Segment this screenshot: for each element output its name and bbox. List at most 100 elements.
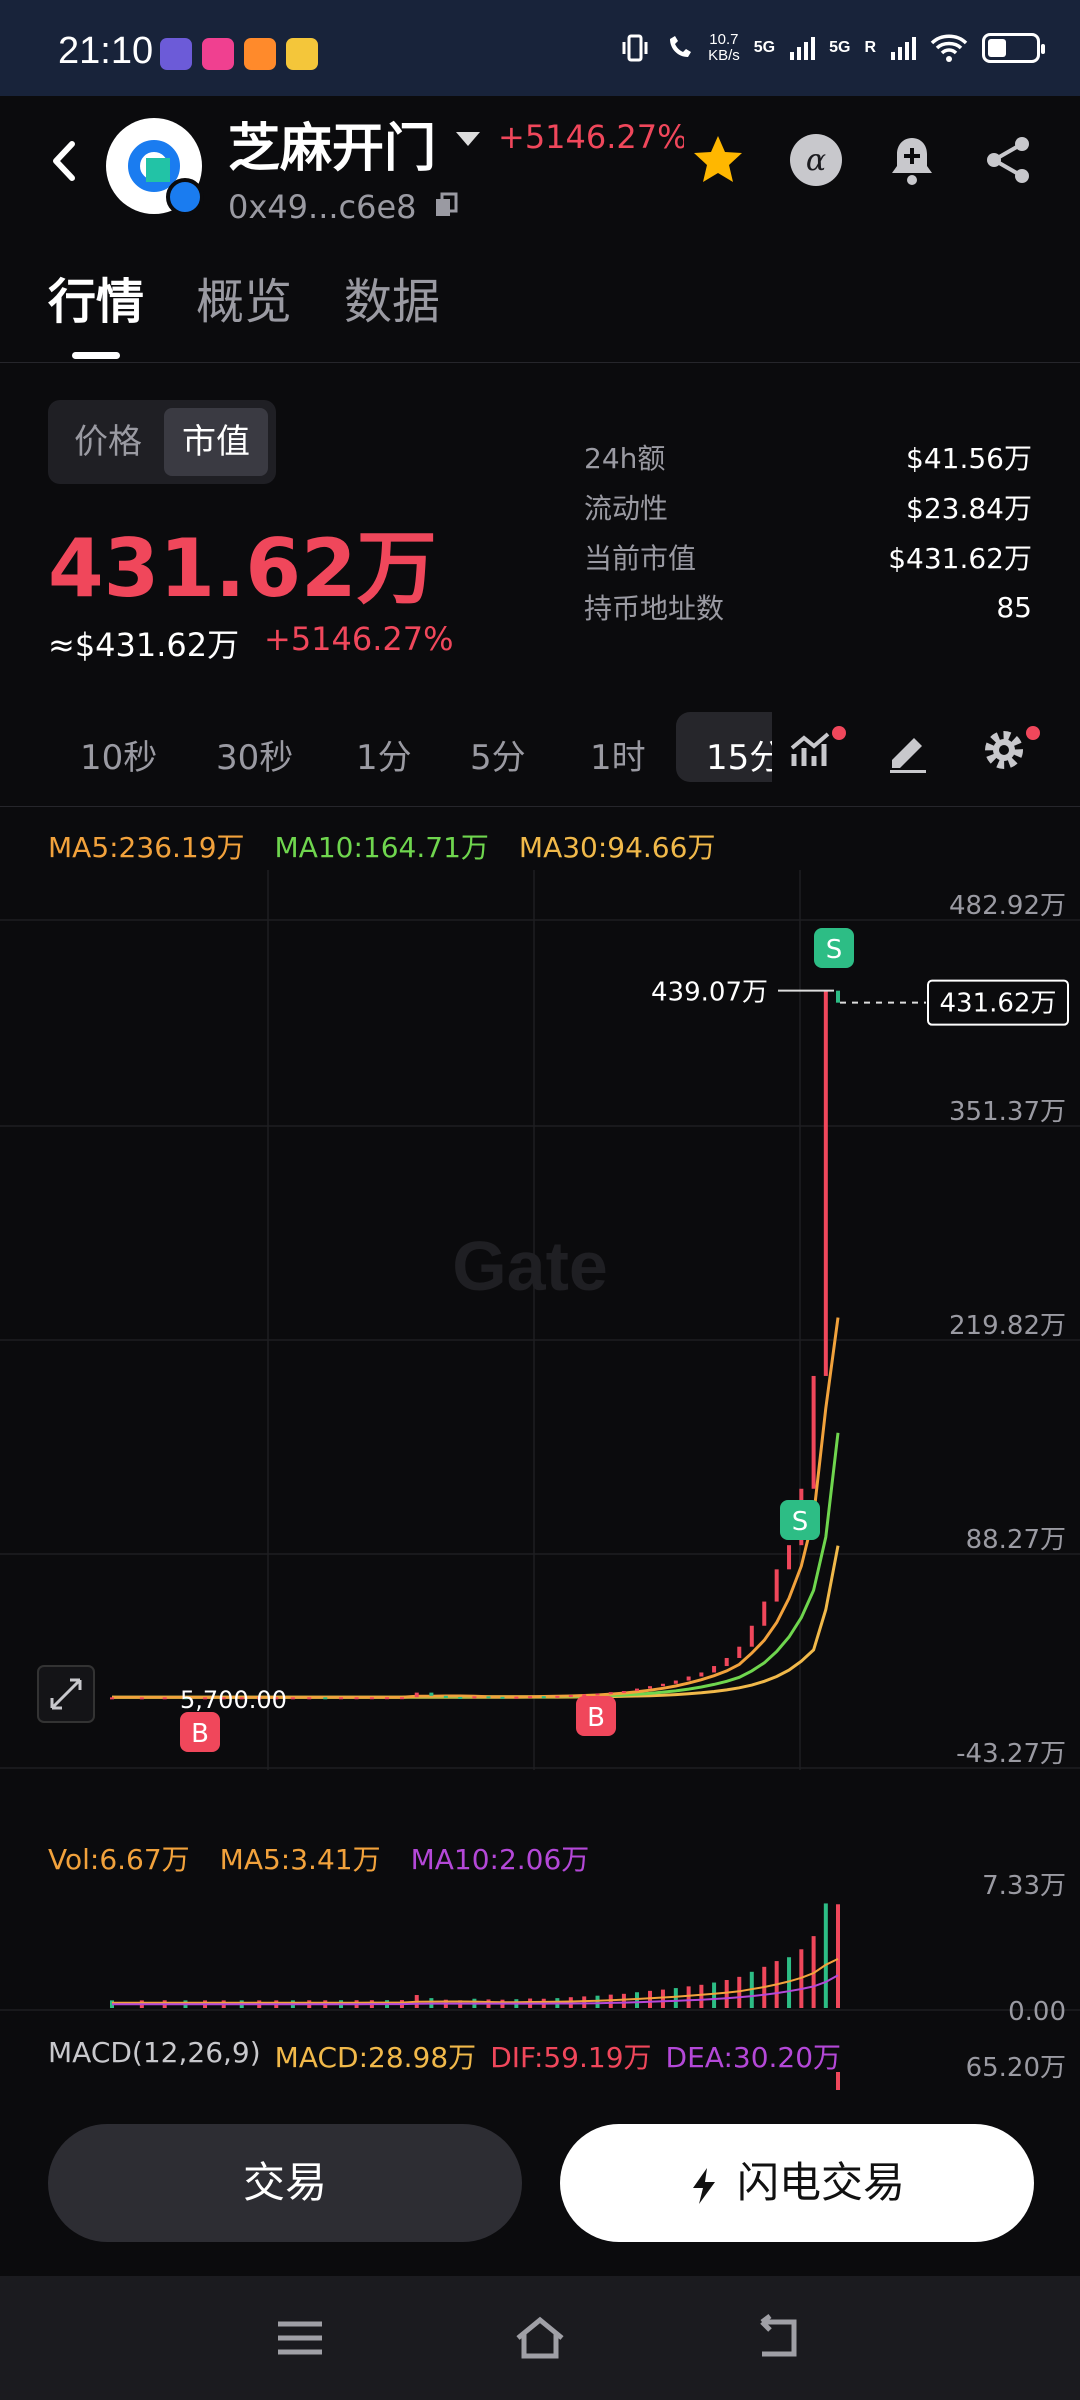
menu-icon[interactable] bbox=[274, 2314, 326, 2362]
wifi-call-icon bbox=[670, 36, 692, 57]
y-tick-label: -43.27万 bbox=[956, 1739, 1066, 1769]
tab-market[interactable]: 行情 bbox=[48, 262, 144, 332]
interval-5m[interactable]: 5分 bbox=[470, 730, 526, 779]
chart-labels: 482.92万351.37万219.82万88.27万-43.27万12:151… bbox=[37, 891, 1069, 1769]
candle bbox=[399, 1697, 404, 1700]
candle bbox=[749, 1625, 754, 1647]
interval-30s[interactable]: 30秒 bbox=[216, 730, 293, 779]
candle bbox=[339, 1697, 344, 1700]
gear-icon[interactable] bbox=[980, 726, 1028, 774]
candle bbox=[608, 1692, 613, 1695]
vol-ma10-label: MA10:2.06万 bbox=[410, 1843, 590, 1876]
y-tick-label: 482.92万 bbox=[949, 891, 1066, 921]
roaming-indicator: R bbox=[864, 39, 876, 56]
candle bbox=[307, 1697, 312, 1700]
stat-value: 85 bbox=[996, 590, 1032, 624]
candle bbox=[458, 1696, 463, 1699]
main-tabs: 行情 概览 数据 bbox=[48, 262, 440, 359]
vol-min-label: 0.00 bbox=[1008, 1997, 1066, 2027]
notification-icons bbox=[160, 38, 318, 70]
volume-bar bbox=[648, 1990, 653, 2008]
candle bbox=[836, 990, 840, 1003]
back-nav-icon[interactable] bbox=[754, 2314, 806, 2362]
marker-label: B bbox=[587, 1703, 605, 1733]
toggle-marketcap[interactable]: 市值 bbox=[164, 408, 268, 476]
candle bbox=[500, 1696, 505, 1699]
lightning-icon bbox=[692, 2167, 715, 2204]
token-address: 0x49...c6e8 bbox=[228, 188, 417, 226]
back-icon[interactable] bbox=[40, 136, 90, 186]
wifi-icon bbox=[930, 34, 968, 62]
ma30-label: MA30:94.66万 bbox=[518, 831, 716, 864]
candle bbox=[787, 1545, 792, 1570]
alpha-icon[interactable]: α bbox=[788, 132, 844, 188]
svg-text:α: α bbox=[806, 143, 826, 178]
candle bbox=[762, 1601, 767, 1626]
draw-pen-icon[interactable] bbox=[884, 726, 932, 774]
stat-value: $23.84万 bbox=[906, 492, 1032, 525]
ma30-line bbox=[112, 1545, 840, 1699]
candle bbox=[139, 1697, 144, 1700]
interval-1m[interactable]: 1分 bbox=[356, 730, 412, 779]
interval-1h[interactable]: 1时 bbox=[590, 730, 646, 779]
tabs-divider bbox=[0, 362, 1080, 363]
toggle-price[interactable]: 价格 bbox=[56, 408, 160, 476]
tab-data[interactable]: 数据 bbox=[344, 262, 440, 332]
candle bbox=[555, 1695, 560, 1698]
candle bbox=[323, 1697, 328, 1700]
start-price-label: 5,700.00 bbox=[180, 1686, 287, 1714]
candle bbox=[290, 1697, 295, 1700]
stat-label: 持币地址数 bbox=[584, 592, 725, 625]
candle bbox=[429, 1692, 434, 1696]
share-icon[interactable] bbox=[980, 132, 1036, 188]
candle bbox=[414, 1692, 419, 1698]
token-change: +5146.27% bbox=[498, 118, 684, 156]
interval-15m[interactable]: 15分 bbox=[676, 712, 772, 782]
candle bbox=[673, 1680, 678, 1684]
tab-overview[interactable]: 概览 bbox=[196, 262, 292, 332]
home-icon[interactable] bbox=[514, 2314, 566, 2362]
copy-icon[interactable] bbox=[434, 192, 458, 218]
candle bbox=[823, 990, 828, 1376]
candle bbox=[699, 1672, 704, 1677]
chevron-down-icon[interactable] bbox=[456, 132, 480, 146]
interval-bar: 10秒 30秒 1分 5分 1时 15分 bbox=[0, 712, 1080, 792]
macd-bar bbox=[836, 2072, 840, 2090]
candle bbox=[648, 1686, 653, 1689]
stat-row: 24h额 $41.56万 bbox=[584, 432, 1032, 482]
marker-label: S bbox=[826, 935, 843, 965]
candle bbox=[634, 1688, 639, 1692]
candle bbox=[712, 1666, 717, 1673]
candle bbox=[514, 1696, 519, 1699]
trade-button[interactable]: 交易 bbox=[48, 2124, 522, 2242]
volume-legend: Vol:6.67万 MA5:3.41万 MA10:2.06万 bbox=[48, 1838, 589, 1878]
flash-trade-label: 闪电交易 bbox=[736, 2158, 905, 2207]
usd-price: ≈$431.62万 bbox=[48, 626, 240, 664]
volume-bar bbox=[699, 1984, 704, 2008]
status-bar: 21:10 10.7 KB/s 5G 5G R bbox=[0, 0, 1080, 96]
candle bbox=[110, 1697, 114, 1700]
bell-plus-icon[interactable] bbox=[884, 132, 940, 188]
candle bbox=[528, 1696, 533, 1699]
stat-value: $41.56万 bbox=[906, 442, 1032, 475]
indicator-icon[interactable] bbox=[788, 726, 836, 774]
volume-bar bbox=[660, 1989, 665, 2008]
star-icon[interactable] bbox=[690, 132, 746, 188]
flash-trade-button[interactable]: 闪电交易 bbox=[560, 2124, 1034, 2242]
candle bbox=[686, 1676, 691, 1681]
chart-divider bbox=[0, 806, 1080, 807]
y-tick-label: 88.27万 bbox=[966, 1525, 1066, 1555]
candle bbox=[568, 1695, 573, 1698]
volume-bar bbox=[608, 1994, 613, 2008]
candle bbox=[737, 1646, 742, 1658]
gate-watermark: Gate bbox=[452, 1227, 608, 1305]
marker-label: B bbox=[191, 1719, 209, 1749]
stat-label: 24h额 bbox=[584, 442, 666, 475]
interval-10s[interactable]: 10秒 bbox=[80, 730, 157, 779]
volume-bar bbox=[712, 1982, 717, 2008]
stat-row: 当前市值 $431.62万 bbox=[584, 532, 1032, 582]
signal-icon bbox=[790, 37, 816, 60]
price-chart[interactable]: Gate 482.92万351.37万219.82万88.27万-43.27万1… bbox=[0, 870, 1080, 1770]
token-name[interactable]: 芝麻开门 bbox=[228, 106, 436, 181]
candle bbox=[582, 1694, 587, 1697]
